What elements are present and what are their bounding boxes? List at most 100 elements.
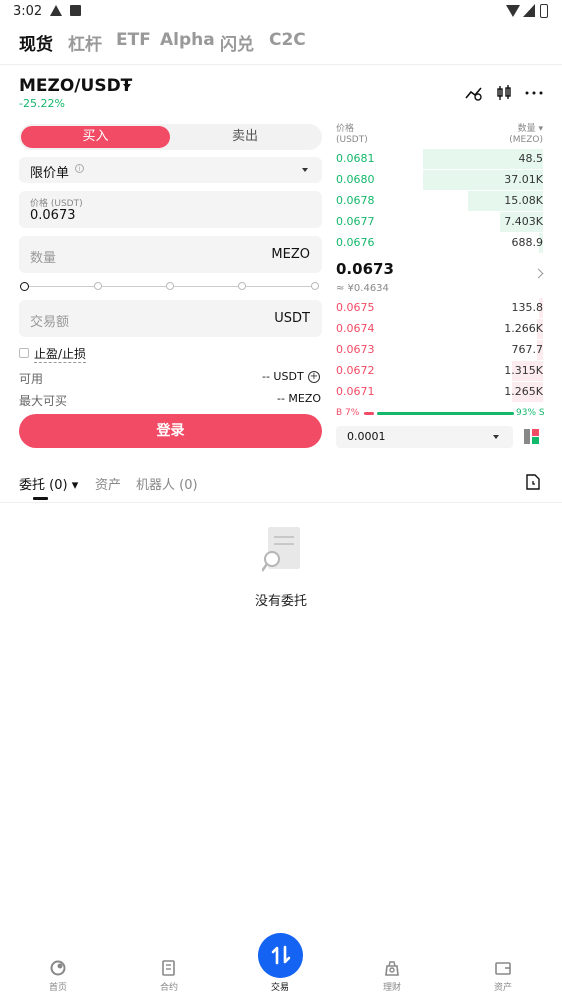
empty-state-text: 没有委托: [254, 594, 307, 609]
tab-orders[interactable]: 委托 (0) ▾: [19, 474, 78, 493]
order-book-row[interactable]: 0.0672 1.315K: [336, 361, 543, 381]
tab-robots[interactable]: 机器人 (0): [136, 474, 198, 493]
tp-sl-label[interactable]: 止盈/止损: [34, 345, 87, 363]
tab-assets[interactable]: 资产: [95, 474, 121, 493]
slider-step-75[interactable]: [238, 282, 246, 290]
warning-icon: [50, 5, 62, 16]
buy-ratio: B 7%: [336, 408, 360, 418]
nav-futures-label: 合约: [159, 983, 178, 993]
total-field[interactable]: 交易额 USDT: [19, 300, 322, 337]
order-history-icon[interactable]: [526, 474, 540, 490]
nav-assets-label: 资产: [493, 983, 512, 993]
buy-ratio-bar: [364, 412, 374, 415]
wallet-icon: [495, 962, 511, 975]
order-price: 0.0675: [336, 301, 375, 314]
sell-ratio-bar: [377, 412, 514, 415]
active-tab-underline: [33, 497, 48, 500]
tab-etf[interactable]: ETF: [116, 30, 151, 50]
available-label: 可用: [19, 372, 44, 386]
caret-down-icon: [493, 435, 499, 439]
order-price: 0.0672: [336, 364, 375, 377]
pair-selector[interactable]: MEZO/USDT: [19, 76, 132, 96]
order-book-row[interactable]: 0.0677 7.403K: [336, 212, 543, 232]
order-price: 0.0680: [336, 173, 375, 186]
order-book-row[interactable]: 0.0673 767.7: [336, 340, 543, 360]
order-book-row[interactable]: 0.0681 48.5: [336, 149, 543, 169]
max-buy-label: 最大可买: [19, 394, 68, 408]
ob-qty-header[interactable]: 数量 ▾ (MEZO): [500, 124, 543, 146]
available-value: -- USDT: [262, 370, 304, 383]
max-buy-value: -- MEZO: [277, 392, 322, 405]
order-book-row[interactable]: 0.0671 1.265K: [336, 382, 543, 402]
caret-down-icon[interactable]: [123, 84, 131, 89]
home-icon: [50, 960, 66, 976]
login-button[interactable]: 登录: [19, 414, 322, 448]
nav-trade-button[interactable]: [258, 933, 303, 978]
order-book-row[interactable]: 0.0674 1.266K: [336, 319, 543, 339]
info-icon[interactable]: i: [75, 164, 84, 173]
tab-margin[interactable]: 杠杆: [68, 30, 102, 55]
price-change: -25.22%: [19, 97, 65, 110]
price-field[interactable]: 价格 (USDT) 0.0673: [19, 191, 322, 228]
mid-fiat-price: ≈ ¥0.4634: [336, 283, 389, 294]
amount-field[interactable]: 数量 MEZO: [19, 236, 322, 273]
order-qty: 7.403K: [504, 215, 543, 228]
order-qty: 15.08K: [504, 194, 543, 207]
header-divider: [0, 64, 562, 65]
tp-sl-checkbox[interactable]: [19, 348, 29, 358]
order-price: 0.0671: [336, 385, 375, 398]
slider-handle[interactable]: [20, 282, 29, 291]
candlestick-chart-icon[interactable]: [495, 84, 513, 102]
precision-select[interactable]: 0.0001: [336, 426, 513, 448]
order-qty: 1.265K: [504, 385, 543, 398]
notification-icon: [70, 5, 81, 16]
order-qty: 37.01K: [504, 173, 543, 186]
order-qty: 48.5: [518, 152, 544, 165]
slider-step-25[interactable]: [94, 282, 102, 290]
order-book-row[interactable]: 0.0676 688.9: [336, 233, 543, 253]
strategy-icon[interactable]: [465, 84, 483, 102]
order-price: 0.0676: [336, 236, 375, 249]
order-price: 0.0678: [336, 194, 375, 207]
empty-orders-icon: [262, 527, 300, 572]
slider-step-100[interactable]: [311, 282, 319, 290]
wifi-icon: [506, 5, 520, 17]
precision-value: 0.0001: [347, 430, 386, 443]
slider-step-50[interactable]: [166, 282, 174, 290]
order-book-row[interactable]: 0.0678 15.08K: [336, 191, 543, 211]
order-price: 0.0681: [336, 152, 375, 165]
more-icon[interactable]: [525, 84, 543, 102]
tab-alpha[interactable]: Alpha: [160, 30, 215, 50]
buy-tab[interactable]: 买入: [21, 126, 170, 148]
order-book-row[interactable]: 0.0675 135.8: [336, 298, 543, 318]
sell-ratio: 93% S: [516, 408, 545, 418]
order-price: 0.0674: [336, 322, 375, 335]
add-funds-icon[interactable]: +: [308, 371, 320, 383]
tab-c2c[interactable]: C2C: [269, 30, 306, 50]
sell-tab[interactable]: 卖出: [170, 126, 320, 148]
order-book-row[interactable]: 0.0680 37.01K: [336, 170, 543, 190]
buy-sell-toggle: 买入 卖出: [19, 124, 322, 150]
signal-icon: [523, 4, 535, 17]
futures-icon: [162, 960, 175, 976]
caret-down-icon: [302, 168, 308, 172]
order-type-select[interactable]: 限价单 i: [19, 157, 322, 183]
status-bar: 3:02: [0, 0, 562, 24]
battery-icon: [540, 4, 548, 18]
tab-spot[interactable]: 现货: [19, 30, 53, 55]
price-input[interactable]: 0.0673: [30, 208, 76, 223]
tab-convert[interactable]: 闪兑: [220, 30, 254, 55]
nav-trade-label: 交易: [270, 983, 289, 993]
nav-earn-label: 理财: [382, 983, 401, 993]
book-layout-icon[interactable]: [524, 429, 539, 444]
order-qty: 767.7: [511, 343, 544, 356]
chevron-right-icon[interactable]: [533, 268, 544, 279]
orders-divider: [0, 502, 562, 503]
trade-arrows-icon: [271, 945, 291, 965]
order-type-label: 限价单: [30, 166, 70, 181]
order-qty: 1.266K: [504, 322, 543, 335]
amount-placeholder: 数量: [30, 251, 57, 266]
status-time: 3:02: [13, 4, 43, 19]
nav-home-label: 首页: [48, 983, 67, 993]
market-tabs: 现货 杠杆 ETF Alpha 闪兑 C2C: [0, 30, 562, 58]
